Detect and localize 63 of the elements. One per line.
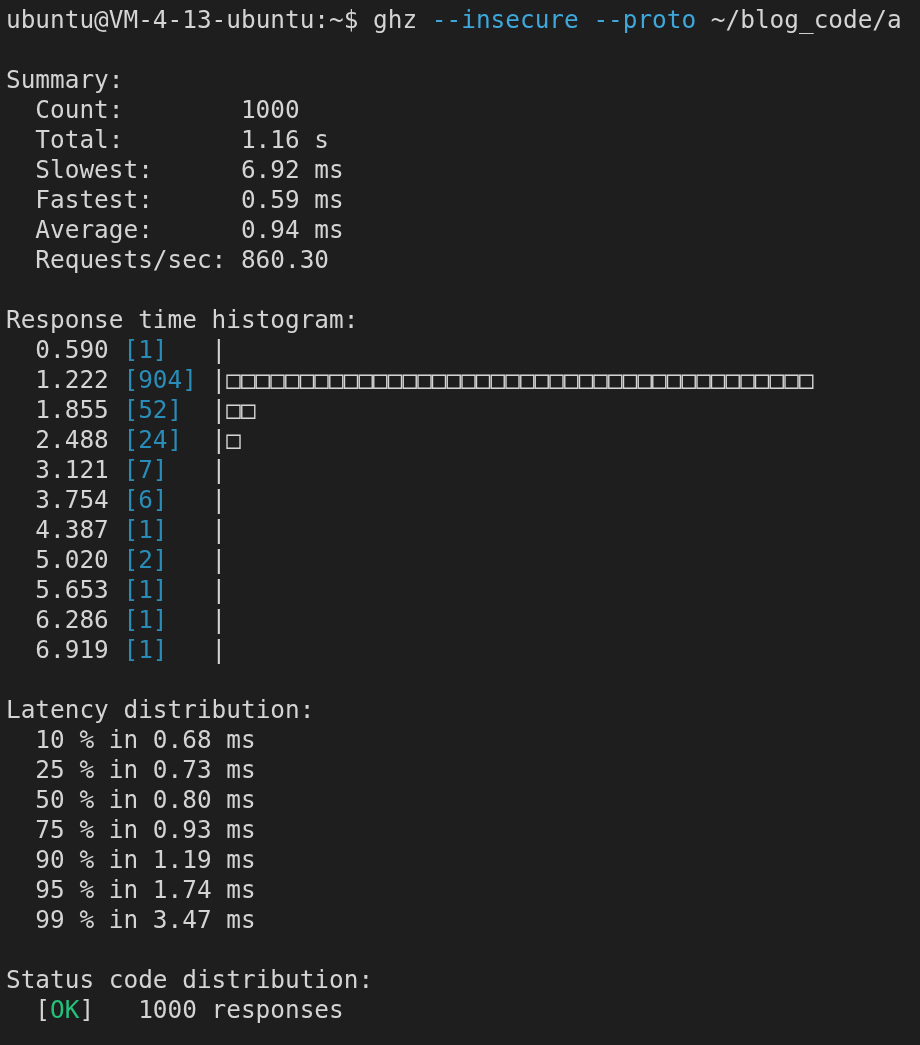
summary-value: 860.30: [240, 245, 330, 275]
histogram-bar-text: |: [211, 455, 227, 485]
summary-label: Average:: [35, 215, 154, 245]
bucket-mark: 4.387: [35, 515, 110, 545]
shell-prompt: ubuntu@VM-4-13-ubuntu:~$: [6, 5, 359, 35]
summary-value: 0.59 ms: [240, 185, 344, 215]
bucket-count: [7]: [123, 455, 169, 485]
latency-row: 25 % in 0.73 ms: [35, 755, 256, 785]
bucket-count: [1]: [123, 605, 169, 635]
histogram-bar-text: |: [211, 545, 227, 575]
summary-value: 6.92 ms: [240, 155, 344, 185]
latency-row: 95 % in 1.74 ms: [35, 875, 256, 905]
bucket-count: [2]: [123, 545, 169, 575]
latency-row: 50 % in 0.80 ms: [35, 785, 256, 815]
histogram-bar-text: |□: [211, 425, 241, 455]
histogram-bar-text: |: [211, 485, 227, 515]
summary-value: 1.16 s: [240, 125, 330, 155]
command-argument: ~/blog_code/a: [710, 5, 902, 35]
bucket-count: [52]: [123, 395, 184, 425]
bucket-mark: 5.653: [35, 575, 110, 605]
bucket-mark: 3.121: [35, 455, 110, 485]
histogram-bar-text: |: [211, 515, 227, 545]
command-argument: --insecure: [431, 5, 579, 35]
bucket-count: [1]: [123, 335, 169, 365]
bucket-mark: 3.754: [35, 485, 110, 515]
section-title: Summary:: [6, 65, 124, 95]
bucket-mark: 1.855: [35, 395, 110, 425]
status-code: [OK]: [35, 995, 96, 1025]
bucket-mark: 6.286: [35, 605, 110, 635]
bucket-mark: 5.020: [35, 545, 110, 575]
bucket-count: [1]: [123, 515, 169, 545]
latency-row: 90 % in 1.19 ms: [35, 845, 256, 875]
summary-label: Fastest:: [35, 185, 154, 215]
bucket-mark: 0.590: [35, 335, 110, 365]
summary-label: Total:: [35, 125, 125, 155]
summary-value: 0.94 ms: [240, 215, 344, 245]
status-count: 1000 responses: [138, 995, 344, 1025]
bucket-mark: 2.488: [35, 425, 110, 455]
section-title: Response time histogram:: [6, 305, 359, 335]
section-title: Latency distribution:: [6, 695, 315, 725]
histogram-bar-text: |□□: [211, 395, 256, 425]
latency-row: 99 % in 3.47 ms: [35, 905, 256, 935]
command-argument: --proto: [593, 5, 697, 35]
summary-label: Slowest:: [35, 155, 154, 185]
histogram-bar-text: |: [211, 335, 227, 365]
bucket-count: [904]: [123, 365, 198, 395]
section-title: Status code distribution:: [6, 965, 374, 995]
bucket-count: [1]: [123, 635, 169, 665]
histogram-bar-text: |: [211, 575, 227, 605]
histogram-bar-text: |□□□□□□□□□□□□□□□□□□□□□□□□□□□□□□□□□□□□□□□□: [211, 365, 814, 395]
summary-label: Requests/sec:: [35, 245, 228, 275]
latency-row: 10 % in 0.68 ms: [35, 725, 256, 755]
summary-value: 1000: [240, 95, 300, 125]
summary-label: Count:: [35, 95, 125, 125]
histogram-bar-text: |: [211, 635, 227, 665]
bucket-count: [24]: [123, 425, 184, 455]
histogram-bar-text: |: [211, 605, 227, 635]
bucket-count: [6]: [123, 485, 169, 515]
bucket-mark: 6.919: [35, 635, 110, 665]
bucket-count: [1]: [123, 575, 169, 605]
bucket-mark: 1.222: [35, 365, 110, 395]
command-name: ghz: [373, 5, 418, 35]
latency-row: 75 % in 0.93 ms: [35, 815, 256, 845]
